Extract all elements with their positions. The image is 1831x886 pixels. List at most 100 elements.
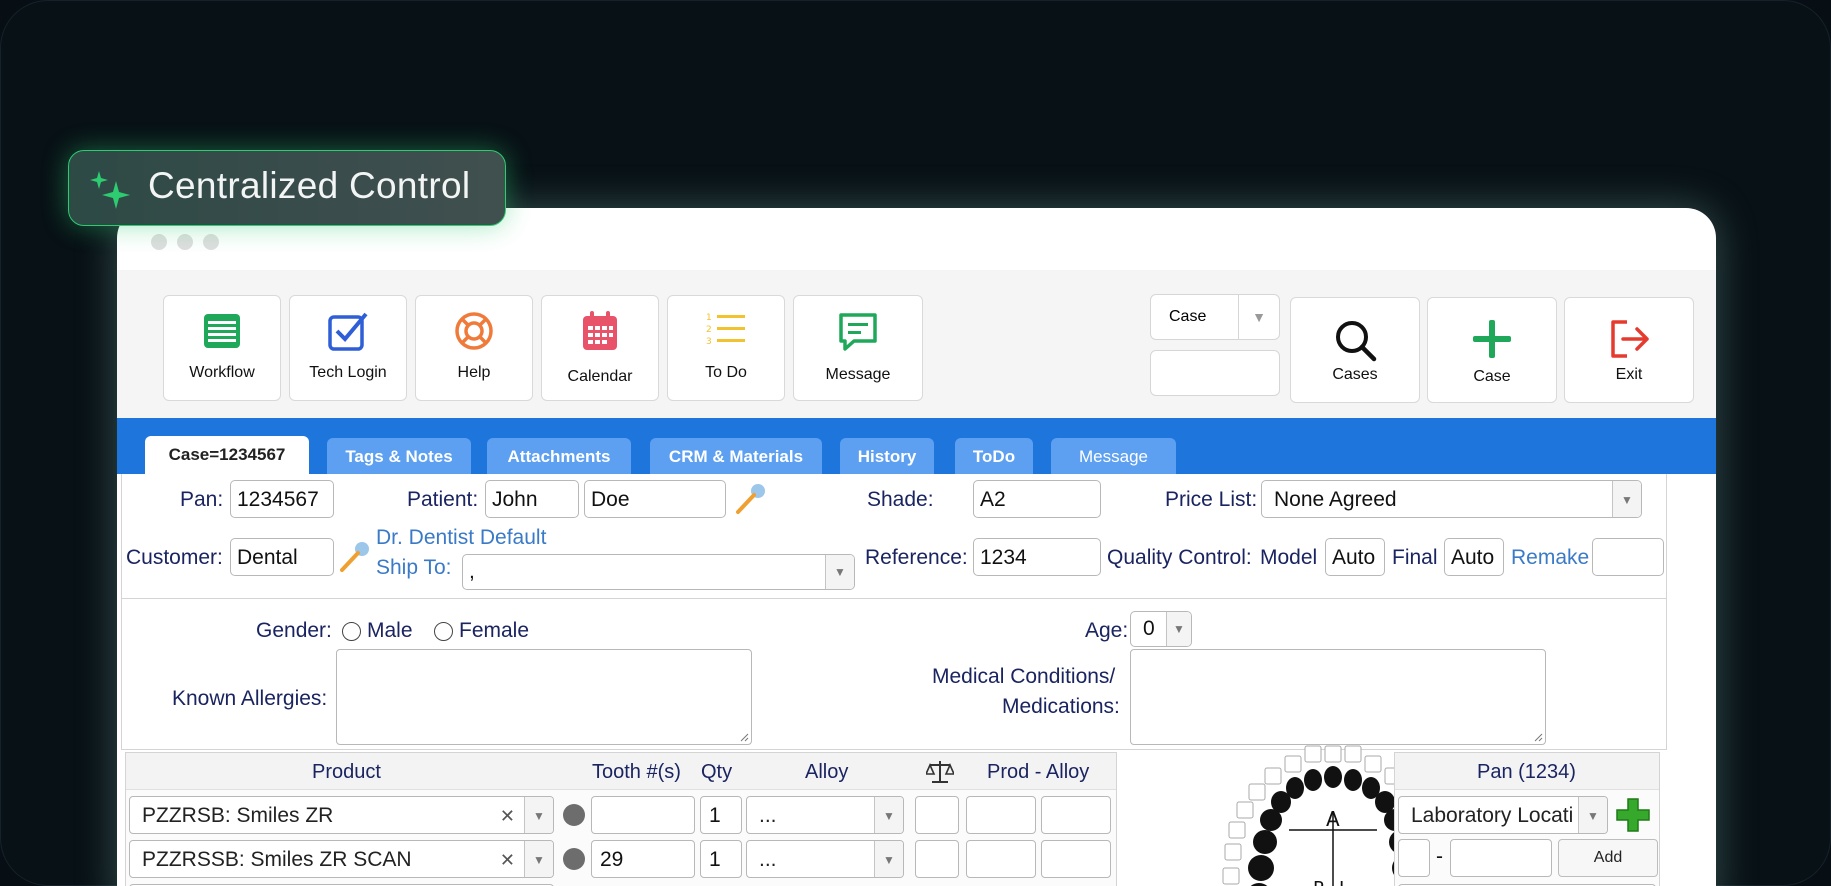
tab-tags-notes[interactable]: Tags & Notes	[327, 438, 471, 474]
tab-crm-materials[interactable]: CRM & Materials	[650, 438, 822, 474]
help-button[interactable]: Help	[415, 295, 533, 401]
alloy-price-input[interactable]	[1041, 840, 1111, 878]
tech-login-button[interactable]: Tech Login	[289, 295, 407, 401]
qty-header: Qty	[701, 761, 733, 783]
resize-grip-icon[interactable]	[739, 732, 749, 742]
search-type-select[interactable]: Case ▼	[1150, 294, 1280, 340]
centralized-control-badge: Centralized Control	[68, 150, 506, 226]
remake-link[interactable]: Remake	[1511, 546, 1589, 570]
arch-label: A	[1326, 807, 1340, 831]
customer-input[interactable]: Dental	[230, 538, 334, 576]
weight-input[interactable]	[915, 796, 959, 834]
location-select[interactable]: Laboratory Locati ▼	[1398, 796, 1608, 834]
price-list-value: None Agreed	[1274, 488, 1397, 511]
ship-to-select[interactable]: , ▼	[462, 554, 855, 590]
chevron-down-icon[interactable]: ▼	[874, 841, 903, 877]
tab-history[interactable]: History	[840, 438, 934, 474]
product-select[interactable]: PZZRSB: Smiles ZR ✕ ▼	[129, 796, 554, 834]
window-dot[interactable]	[203, 234, 219, 250]
message-button[interactable]: Message	[793, 295, 923, 401]
prod-price-input[interactable]	[966, 796, 1036, 834]
right-side-label: R	[1313, 878, 1326, 886]
calendar-button[interactable]: Calendar	[541, 295, 659, 401]
todo-button[interactable]: 1 2 3 To Do	[667, 295, 785, 401]
medications-label: Medications:	[1002, 695, 1120, 718]
price-list-select[interactable]: None Agreed ▼	[1261, 480, 1642, 518]
weight-input[interactable]	[915, 840, 959, 878]
age-value: 0	[1143, 617, 1155, 640]
clear-icon[interactable]: ✕	[500, 797, 515, 833]
product-select[interactable]: PZZRSSB: Smiles ZR SCAN ✕ ▼	[129, 840, 554, 878]
pan-prefix-input[interactable]	[1398, 839, 1430, 877]
male-radio[interactable]	[342, 621, 361, 641]
exit-button[interactable]: Exit	[1564, 297, 1694, 403]
shade-input[interactable]: A2	[973, 480, 1101, 518]
svg-text:3: 3	[706, 337, 712, 347]
chevron-down-icon[interactable]: ▼	[524, 841, 553, 877]
pan-input[interactable]: 1234567	[230, 480, 334, 518]
ship-to-label[interactable]: Ship To:	[376, 556, 452, 580]
toolbar: Workflow Tech Login Help Calendar 1 2 3 …	[117, 270, 1716, 418]
chevron-down-icon[interactable]: ▼	[1578, 797, 1607, 833]
pan-number-input[interactable]	[1450, 839, 1552, 877]
cases-search-button[interactable]: Cases	[1290, 297, 1420, 403]
qty-input[interactable]: 1	[700, 796, 742, 834]
female-radio[interactable]	[434, 621, 453, 641]
chevron-down-icon[interactable]: ▼	[1238, 295, 1279, 339]
product-options-icon[interactable]	[563, 848, 585, 870]
add-location-icon[interactable]	[1615, 797, 1651, 833]
clear-icon[interactable]: ✕	[500, 841, 515, 877]
message-label: Message	[825, 366, 891, 383]
alloy-select[interactable]: ... ▼	[746, 840, 904, 878]
prod-price-input[interactable]	[966, 840, 1036, 878]
chevron-down-icon[interactable]: ▼	[524, 797, 553, 833]
female-label: Female	[459, 619, 530, 642]
age-select[interactable]: 0 ▼	[1130, 611, 1192, 647]
tab-message[interactable]: Message	[1051, 438, 1176, 474]
chevron-down-icon[interactable]: ▼	[874, 797, 903, 833]
patient-lookup-icon[interactable]	[732, 482, 768, 518]
balance-scale-icon	[926, 761, 954, 783]
workflow-button[interactable]: Workflow	[163, 295, 281, 401]
new-case-button[interactable]: Case	[1427, 297, 1557, 403]
window-dot[interactable]	[151, 234, 167, 250]
patient-first-name-input[interactable]: John	[485, 480, 579, 518]
product-header: Product	[312, 761, 381, 783]
window-controls	[151, 234, 229, 254]
tab-case[interactable]: Case=1234567	[145, 436, 309, 474]
known-allergies-textarea[interactable]	[336, 649, 752, 745]
product-value: PZZRSB: Smiles ZR	[142, 804, 334, 827]
alloy-select[interactable]: ... ▼	[746, 796, 904, 834]
model-label: Model	[1260, 546, 1318, 569]
model-input[interactable]: Auto	[1325, 538, 1385, 576]
prod-alloy-header: Prod - Alloy	[987, 761, 1090, 783]
chevron-down-icon[interactable]: ▼	[825, 555, 854, 589]
qty-input[interactable]: 1	[700, 840, 742, 878]
customer-lookup-icon[interactable]	[336, 540, 372, 576]
medical-conditions-textarea[interactable]	[1130, 649, 1546, 745]
gender-male-option[interactable]: Male	[342, 619, 413, 643]
reference-input[interactable]: 1234	[973, 538, 1101, 576]
remake-input[interactable]	[1592, 538, 1664, 576]
tooth-input[interactable]: 29	[591, 840, 695, 878]
final-input[interactable]: Auto	[1444, 538, 1504, 576]
patient-last-name-input[interactable]: Doe	[584, 480, 726, 518]
alloy-price-input[interactable]	[1041, 796, 1111, 834]
search-input[interactable]	[1150, 350, 1280, 396]
product-options-icon[interactable]	[563, 804, 585, 826]
window-dot[interactable]	[177, 234, 193, 250]
customer-label: Customer:	[126, 546, 223, 569]
tab-attachments[interactable]: Attachments	[487, 438, 631, 474]
gender-female-option[interactable]: Female	[434, 619, 529, 643]
pan-dash: -	[1436, 845, 1443, 868]
chevron-down-icon[interactable]: ▼	[1612, 481, 1641, 517]
add-pan-button[interactable]: Add	[1558, 839, 1658, 877]
chevron-down-icon[interactable]: ▼	[1166, 612, 1191, 646]
resize-grip-icon[interactable]	[1533, 732, 1543, 742]
plus-icon	[1473, 320, 1511, 358]
numbered-list-icon: 1 2 3	[706, 313, 745, 347]
tab-todo[interactable]: ToDo	[955, 438, 1033, 474]
dentist-link[interactable]: Dr. Dentist Default	[376, 526, 546, 550]
price-list-label: Price List:	[1165, 488, 1258, 511]
tooth-input[interactable]	[591, 796, 695, 834]
